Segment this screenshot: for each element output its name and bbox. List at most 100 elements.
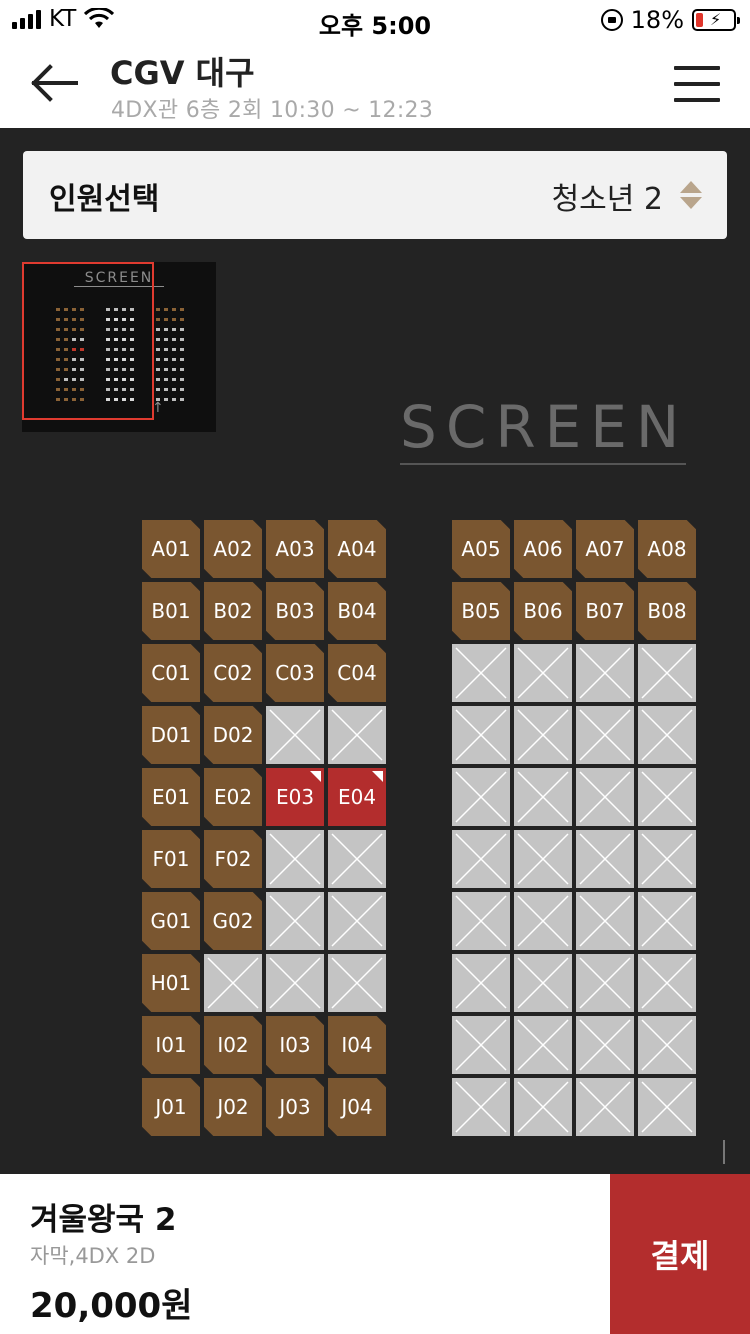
seat-unavailable <box>576 830 634 888</box>
seat-available[interactable]: D02 <box>204 706 262 764</box>
seat-unavailable <box>266 954 324 1012</box>
minimap-seat-dot <box>114 378 118 381</box>
minimap-viewport[interactable] <box>22 262 154 420</box>
seat-available[interactable]: C04 <box>328 644 386 702</box>
total-price: 20,000원 <box>30 1286 193 1326</box>
seat-available[interactable]: I01 <box>142 1016 200 1074</box>
minimap-seat-dot <box>114 388 118 391</box>
minimap-seat-dot <box>180 368 184 371</box>
seat-available[interactable]: A01 <box>142 520 200 578</box>
seat-available[interactable]: G02 <box>204 892 262 950</box>
orientation-lock-icon <box>600 9 623 31</box>
minimap-seat-dot <box>80 398 84 401</box>
seat-available[interactable]: B01 <box>142 582 200 640</box>
seat-available[interactable]: B02 <box>204 582 262 640</box>
seat-unavailable <box>638 1016 696 1074</box>
minimap-seat-dot <box>114 318 118 321</box>
minimap-seat-dot <box>106 328 110 331</box>
seat-available[interactable]: J04 <box>328 1078 386 1136</box>
seat-available[interactable]: B07 <box>576 582 634 640</box>
minimap-seat-dot <box>72 308 76 311</box>
seat-available[interactable]: J01 <box>142 1078 200 1136</box>
minimap-seat-dot <box>156 398 160 401</box>
seat-selected[interactable]: E03 <box>266 768 324 826</box>
minimap-seat-dot <box>180 348 184 351</box>
back-arrow-icon[interactable] <box>26 58 82 108</box>
seat-unavailable <box>576 1078 634 1136</box>
seat-available[interactable]: C01 <box>142 644 200 702</box>
seat-available[interactable]: D01 <box>142 706 200 764</box>
minimap-seat-dot <box>64 318 68 321</box>
scrollbar[interactable] <box>723 1140 725 1164</box>
seat-available[interactable]: E02 <box>204 768 262 826</box>
movie-format: 자막,4DX 2D <box>30 1244 156 1268</box>
seat-unavailable <box>452 1078 510 1136</box>
minimap-seat-dot <box>72 368 76 371</box>
minimap-seat-dot <box>122 348 126 351</box>
seat-unavailable <box>638 892 696 950</box>
seat-unavailable <box>638 1078 696 1136</box>
seat-available[interactable]: B05 <box>452 582 510 640</box>
people-selector[interactable]: 인원선택 청소년 2 <box>23 151 727 239</box>
seat-available[interactable]: F02 <box>204 830 262 888</box>
minimap-seat-dot <box>72 328 76 331</box>
seat-unavailable <box>514 830 572 888</box>
minimap-seat-dot <box>156 368 160 371</box>
seat-available[interactable]: A03 <box>266 520 324 578</box>
seat-available[interactable]: E01 <box>142 768 200 826</box>
seat-unavailable <box>328 892 386 950</box>
seat-available[interactable]: A07 <box>576 520 634 578</box>
seat-unavailable <box>266 706 324 764</box>
seat-available[interactable]: A04 <box>328 520 386 578</box>
people-selector-label: 인원선택 <box>49 182 160 217</box>
minimap-seat-dot <box>56 318 60 321</box>
hamburger-menu-icon[interactable] <box>674 66 720 102</box>
seat-available[interactable]: I02 <box>204 1016 262 1074</box>
minimap-seat-dot <box>114 328 118 331</box>
seat-available[interactable]: C03 <box>266 644 324 702</box>
seat-unavailable <box>266 892 324 950</box>
minimap-seat-dot <box>180 328 184 331</box>
seat-available[interactable]: J02 <box>204 1078 262 1136</box>
minimap-seat-dot <box>156 388 160 391</box>
seat-unavailable <box>638 706 696 764</box>
seat-unavailable <box>576 706 634 764</box>
seat-available[interactable]: A02 <box>204 520 262 578</box>
minimap-seat-dot <box>64 308 68 311</box>
minimap-seat-dot <box>64 328 68 331</box>
seat-available[interactable]: A08 <box>638 520 696 578</box>
seat-minimap[interactable]: SCREEN ↑ <box>22 262 216 432</box>
app-header: CGV 대구 4DX관 6층 2회 10:30 ~ 12:23 <box>0 40 750 128</box>
minimap-seat-dot <box>64 368 68 371</box>
seat-available[interactable]: F01 <box>142 830 200 888</box>
minimap-up-arrow-icon: ↑ <box>152 400 164 416</box>
seat-selected[interactable]: E04 <box>328 768 386 826</box>
updown-arrows-icon[interactable] <box>679 179 703 211</box>
seat-unavailable <box>452 1016 510 1074</box>
seat-available[interactable]: B08 <box>638 582 696 640</box>
seat-available[interactable]: I03 <box>266 1016 324 1074</box>
seat-available[interactable]: J03 <box>266 1078 324 1136</box>
seat-available[interactable]: I04 <box>328 1016 386 1074</box>
seat-available[interactable]: C02 <box>204 644 262 702</box>
pay-button[interactable]: 결제 <box>610 1174 750 1334</box>
seat-available[interactable]: B03 <box>266 582 324 640</box>
seat-available[interactable]: B06 <box>514 582 572 640</box>
minimap-seat-dot <box>156 338 160 341</box>
minimap-seat-dot <box>80 338 84 341</box>
minimap-seat-dot <box>80 328 84 331</box>
minimap-seat-dot <box>64 388 68 391</box>
minimap-seat-dot <box>172 398 176 401</box>
seat-available[interactable]: G01 <box>142 892 200 950</box>
seat-unavailable <box>576 1016 634 1074</box>
minimap-seat-dot <box>56 338 60 341</box>
seat-available[interactable]: A05 <box>452 520 510 578</box>
status-bar: KT 오후 5:00 18% ⚡ <box>0 0 750 40</box>
seat-available[interactable]: B04 <box>328 582 386 640</box>
seat-available[interactable]: A06 <box>514 520 572 578</box>
minimap-seat-dot <box>80 388 84 391</box>
minimap-seat-dot <box>106 338 110 341</box>
seat-available[interactable]: H01 <box>142 954 200 1012</box>
seat-unavailable <box>328 706 386 764</box>
seat-unavailable <box>638 830 696 888</box>
